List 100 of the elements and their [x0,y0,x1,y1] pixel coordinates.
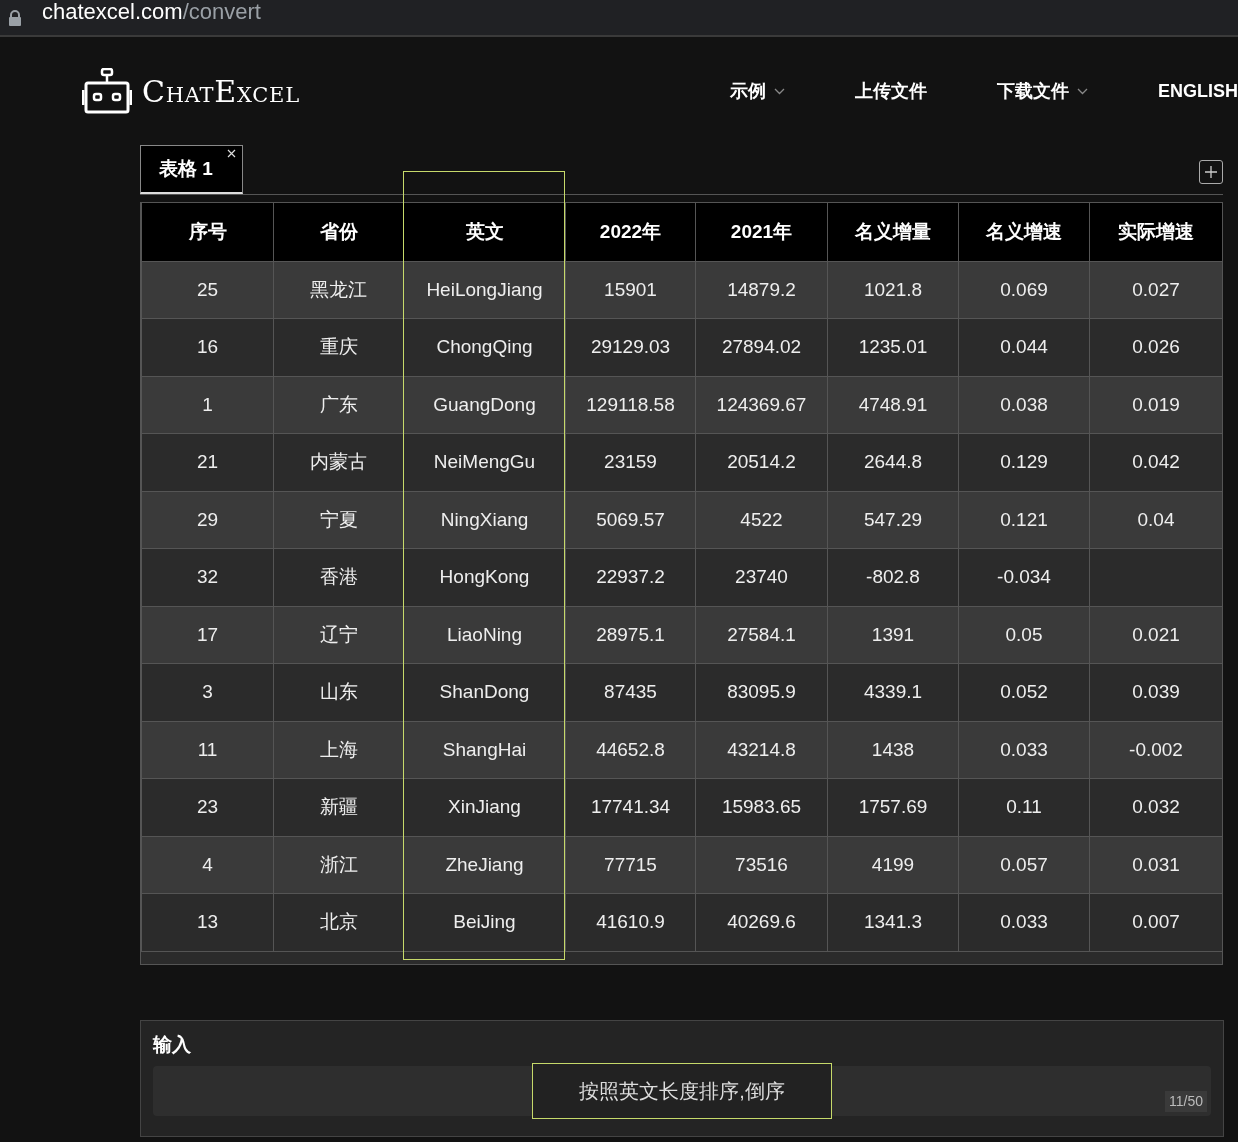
table-cell: -0.034 [958,548,1090,606]
table-cell: 黑龙江 [273,261,404,319]
table-cell: XinJiang [403,778,566,836]
table-cell: 13 [141,893,274,951]
table-cell: ZheJiang [403,836,566,894]
table-cell: 1235.01 [827,318,959,376]
table-cell: 15901 [565,261,696,319]
table-cell: 16 [141,318,274,376]
plus-icon [1205,166,1217,178]
table-cell: ShanDong [403,663,566,721]
column-header[interactable]: 省份 [273,203,404,261]
table-cell: 32 [141,548,274,606]
add-sheet-button[interactable] [1199,160,1223,184]
table-cell: ShangHai [403,721,566,779]
column-header[interactable]: 2021年 [695,203,828,261]
table-cell: 21 [141,433,274,491]
table-cell: 29 [141,491,274,549]
table-cell: 0.027 [1089,261,1222,319]
table-cell: 22937.2 [565,548,696,606]
nav-link[interactable]: ENGLISH [1158,77,1238,105]
table-cell: 17 [141,606,274,664]
table-cell: 27584.1 [695,606,828,664]
chevron-down-icon [1077,87,1088,95]
table-cell: 23159 [565,433,696,491]
column-header[interactable]: 2022年 [565,203,696,261]
lock-icon [8,9,22,26]
table-cell: 41610.9 [565,893,696,951]
table-cell: 11 [141,721,274,779]
table-cell: HeiLongJiang [403,261,566,319]
table-cell: 1341.3 [827,893,959,951]
nav-link[interactable]: 下载文件 [997,77,1088,105]
column-header[interactable]: 英文 [403,203,566,261]
column-header[interactable]: 序号 [141,203,274,261]
table-cell: 43214.8 [695,721,828,779]
table-cell: 129118.58 [565,376,696,434]
table-cell: 0.052 [958,663,1090,721]
table-cell: 0.11 [958,778,1090,836]
nav-link[interactable]: 示例 [730,77,785,105]
input-label: 输入 [153,1033,192,1057]
table-cell: 15983.65 [695,778,828,836]
table-cell: 5069.57 [565,491,696,549]
table-cell: 3 [141,663,274,721]
table-cell: 0.121 [958,491,1090,549]
address-bar[interactable]: chatexcel.com/convert [42,0,261,28]
table-cell: 2644.8 [827,433,959,491]
table-cell: 73516 [695,836,828,894]
table-cell: 87435 [565,663,696,721]
table-cell: 83095.9 [695,663,828,721]
table-cell: 0.129 [958,433,1090,491]
chevron-down-icon [774,87,785,95]
table-cell: 25 [141,261,274,319]
table-cell: 40269.6 [695,893,828,951]
table-cell: 1438 [827,721,959,779]
logo-text: ChatExcel [142,72,300,111]
table-cell: 4 [141,836,274,894]
table-cell: 27894.02 [695,318,828,376]
table-cell: 1757.69 [827,778,959,836]
table-cell: ChongQing [403,318,566,376]
table-cell: GuangDong [403,376,566,434]
table-cell: 0.069 [958,261,1090,319]
table-cell: 44652.8 [565,721,696,779]
table-cell: 0.038 [958,376,1090,434]
column-header[interactable]: 实际增速 [1089,203,1222,261]
table-cell: 4339.1 [827,663,959,721]
sheet-tab[interactable]: 表格 1 [140,145,243,194]
table-cell: 4199 [827,836,959,894]
table-cell: LiaoNing [403,606,566,664]
table-cell: 0.033 [958,893,1090,951]
table-cell: 29129.03 [565,318,696,376]
table-cell: HongKong [403,548,566,606]
table-cell: 14879.2 [695,261,828,319]
table-cell: BeiJing [403,893,566,951]
column-header[interactable]: 名义增速 [958,203,1090,261]
table-cell: 124369.67 [695,376,828,434]
nav-link[interactable]: 上传文件 [855,77,927,105]
table-cell: -802.8 [827,548,959,606]
table-cell: NingXiang [403,491,566,549]
input-value: 按照英文长度排序,倒序 [532,1062,832,1119]
table-cell: 17741.34 [565,778,696,836]
table-cell: 1021.8 [827,261,959,319]
table-cell: 0.057 [958,836,1090,894]
input-field[interactable]: 按照英文长度排序,倒序 11/50 [153,1065,1211,1116]
table-cell: 0.033 [958,721,1090,779]
table-cell: 20514.2 [695,433,828,491]
table-cell: NeiMengGu [403,433,566,491]
table-cell: 4522 [695,491,828,549]
table-cell: 77715 [565,836,696,894]
table-cell: 1 [141,376,274,434]
column-header[interactable]: 名义增量 [827,203,959,261]
table-cell: 4748.91 [827,376,959,434]
character-counter: 11/50 [1165,1090,1207,1112]
close-icon[interactable] [227,149,236,158]
robot-logo-icon [82,68,132,114]
table-cell: 547.29 [827,491,959,549]
table-cell: 0.05 [958,606,1090,664]
table-cell: 1391 [827,606,959,664]
table-cell: 0.044 [958,318,1090,376]
table-cell: 23740 [695,548,828,606]
table-cell: 23 [141,778,274,836]
table-cell: 28975.1 [565,606,696,664]
